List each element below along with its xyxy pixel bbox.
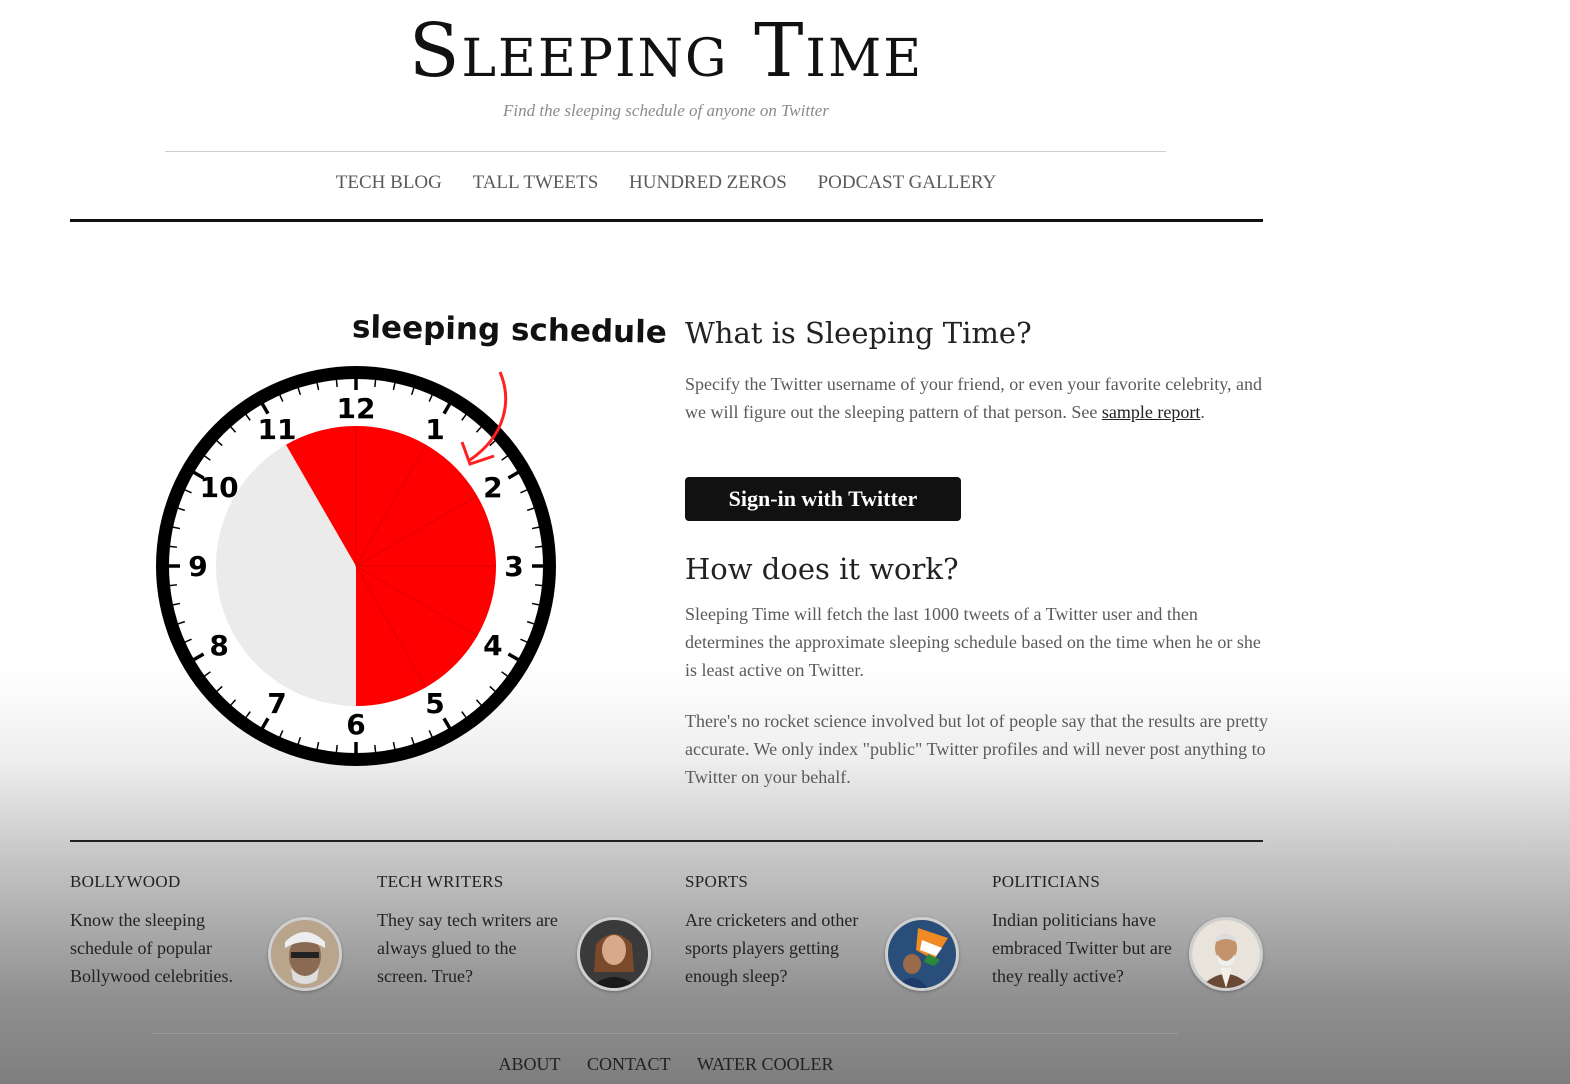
tagline: Find the sleeping schedule of anyone on … — [503, 101, 829, 120]
header-divider — [165, 151, 1166, 152]
clock-number: 3 — [504, 550, 523, 583]
how-text-2: There's no rocket science involved but l… — [685, 711, 1269, 787]
signin-twitter-button[interactable]: Sign-in with Twitter — [685, 477, 961, 521]
content-divider — [70, 840, 1263, 842]
clock-number: 5 — [425, 687, 444, 720]
site-title[interactable]: Sleeping Time — [0, 8, 1332, 94]
minute-tick — [335, 377, 338, 388]
category-title[interactable]: POLITICIANS — [992, 872, 1292, 892]
footer-water-cooler[interactable]: WATER COOLER — [697, 1054, 834, 1074]
how-heading: How does it work? — [685, 552, 959, 586]
bollywood-avatar[interactable] — [268, 917, 342, 991]
category-title[interactable]: TECH WRITERS — [377, 872, 677, 892]
nav-hundred-zeros[interactable]: HUNDRED ZEROS — [629, 172, 787, 193]
minute-tick — [335, 744, 338, 755]
category-politicians[interactable]: POLITICIANS Indian politicians have embr… — [992, 872, 1292, 991]
minute-tick — [534, 584, 545, 587]
nav-tall-tweets[interactable]: TALL TWEETS — [473, 172, 599, 193]
nav-tech-blog[interactable]: TECH BLOG — [336, 172, 442, 193]
category-tech-writers[interactable]: TECH WRITERS They say tech writers are a… — [377, 872, 677, 991]
about-text: Specify the Twitter username of your fri… — [685, 374, 1263, 422]
clock-number: 10 — [200, 471, 239, 504]
footer-divider — [153, 1033, 1178, 1034]
category-sports[interactable]: SPORTS Are cricketers and other sports p… — [685, 872, 985, 991]
sample-report-link[interactable]: sample report — [1102, 402, 1200, 422]
category-text: Know the sleeping schedule of popular Bo… — [70, 910, 233, 986]
clock-number: 7 — [267, 687, 286, 720]
clock-number: 11 — [258, 413, 297, 446]
category-text: Indian politicians have embraced Twitter… — [992, 910, 1172, 986]
clock-number: 9 — [188, 550, 207, 583]
footer-contact[interactable]: CONTACT — [587, 1054, 671, 1074]
minute-tick — [534, 545, 545, 548]
minute-tick — [167, 545, 178, 548]
politician-avatar[interactable] — [1189, 917, 1263, 991]
footer-nav: ABOUT CONTACT WATER COOLER — [0, 1054, 1332, 1075]
category-text: They say tech writers are always glued t… — [377, 910, 558, 986]
clock-number: 1 — [425, 413, 444, 446]
about-heading: What is Sleeping Time? — [685, 316, 1032, 350]
footer-about[interactable]: ABOUT — [498, 1054, 560, 1074]
minute-tick — [374, 744, 377, 755]
clock-label: sleeping schedule — [351, 309, 668, 351]
clock-number: 8 — [209, 629, 228, 662]
minute-tick — [167, 584, 178, 587]
sleep-clock: 121234567891011 — [156, 366, 556, 766]
nav-divider — [70, 219, 1263, 222]
category-bollywood[interactable]: BOLLYWOOD Know the sleeping schedule of … — [70, 872, 370, 991]
sports-avatar[interactable] — [885, 917, 959, 991]
clock-number: 6 — [346, 708, 365, 741]
category-title[interactable]: BOLLYWOOD — [70, 872, 370, 892]
clock-number: 12 — [337, 392, 376, 425]
how-text-1: Sleeping Time will fetch the last 1000 t… — [685, 604, 1261, 680]
category-title[interactable]: SPORTS — [685, 872, 985, 892]
tech-writer-avatar[interactable] — [577, 917, 651, 991]
clock-number: 4 — [483, 629, 502, 662]
clock-number: 2 — [483, 471, 502, 504]
minute-tick — [374, 377, 377, 388]
category-text: Are cricketers and other sports players … — [685, 910, 859, 986]
main-nav: TECH BLOG TALL TWEETS HUNDRED ZEROS PODC… — [0, 172, 1332, 194]
nav-podcast-gallery[interactable]: PODCAST GALLERY — [818, 172, 997, 193]
